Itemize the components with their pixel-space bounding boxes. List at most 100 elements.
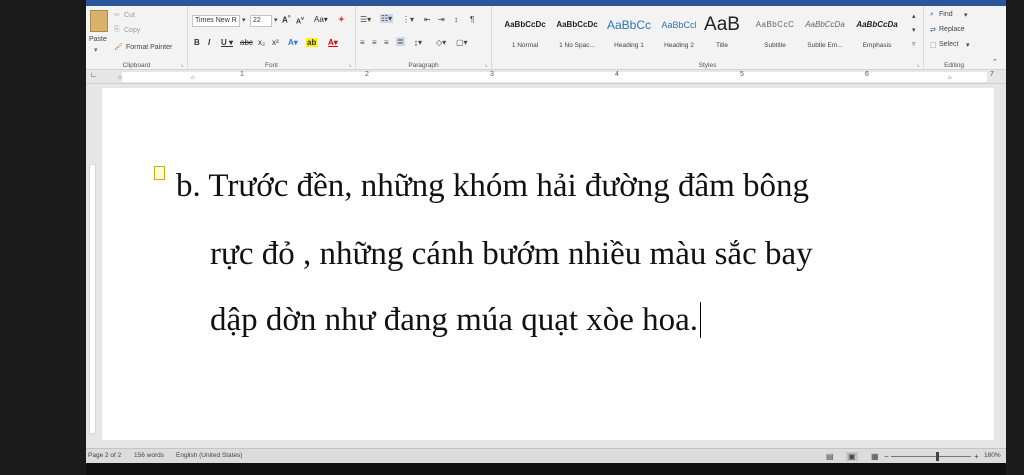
styles-scroll-down-icon[interactable]: ▾: [912, 26, 916, 34]
replace-button[interactable]: Replace: [939, 26, 965, 33]
ruler-number: 1: [240, 71, 244, 78]
style-no-spacing[interactable]: AaBbCcDc 1 No Spac...: [548, 12, 606, 60]
styles-label: Styles: [698, 62, 717, 69]
increase-indent-icon[interactable]: ⇥: [438, 15, 445, 24]
read-mode-icon[interactable]: ▤: [826, 452, 834, 461]
editing-group: ⌕ Find ▾ ⇄ Replace ⬚ Select ▾ Editing: [924, 6, 984, 70]
copy-button[interactable]: Copy: [124, 27, 140, 34]
ruler-number: 2: [365, 71, 369, 78]
ruler-number: 4: [615, 71, 619, 78]
shading-icon[interactable]: ◇▾: [436, 38, 446, 47]
align-left-icon[interactable]: ≡: [360, 38, 365, 47]
show-marks-icon[interactable]: ¶: [470, 15, 474, 24]
web-layout-icon[interactable]: ▦: [871, 452, 879, 461]
style-normal[interactable]: AaBbCcDc 1 Normal: [496, 12, 554, 60]
text-effects-icon[interactable]: A▾: [288, 38, 298, 47]
document-line-3-text[interactable]: dập dờn như đang múa quạt xòe hoa.: [210, 302, 698, 338]
replace-icon[interactable]: ⇄: [930, 26, 936, 34]
shrink-font-icon[interactable]: Av: [296, 16, 304, 25]
paragraph-label: Paragraph: [408, 62, 439, 69]
justify-icon[interactable]: ≣: [396, 37, 405, 46]
style-subtle-emphasis[interactable]: AaBbCcDa Subtle Em...: [796, 12, 854, 60]
change-case-icon[interactable]: Aa▾: [314, 15, 328, 24]
styles-scroll-up-icon[interactable]: ▴: [912, 12, 916, 20]
paste-button[interactable]: Paste: [89, 36, 107, 43]
align-right-icon[interactable]: ≡: [384, 38, 389, 47]
strikethrough-icon[interactable]: abc: [240, 38, 253, 47]
underline-icon[interactable]: U ▾: [221, 38, 233, 47]
find-dropdown-icon[interactable]: ▾: [964, 11, 968, 19]
print-layout-icon[interactable]: ▣: [846, 452, 858, 461]
paragraph-note-icon[interactable]: [154, 166, 165, 180]
cut-icon[interactable]: ✂: [114, 11, 120, 19]
collapse-ribbon-icon[interactable]: ⌃: [992, 58, 998, 66]
format-painter-icon[interactable]: 🖌: [114, 43, 123, 51]
font-size-dropdown-icon[interactable]: ▾: [274, 16, 278, 24]
select-icon[interactable]: ⬚: [930, 41, 937, 49]
highlight-icon[interactable]: ab: [306, 38, 318, 47]
ruler-number: 6: [865, 71, 869, 78]
font-label: Font: [264, 62, 278, 69]
paragraph-launcher-icon[interactable]: ⌞: [485, 61, 488, 68]
hanging-indent-marker-icon[interactable]: ⌂: [191, 75, 195, 81]
decrease-indent-icon[interactable]: ⇤: [424, 15, 431, 24]
style-title[interactable]: AaB Title: [698, 12, 746, 60]
document-line-2[interactable]: rực đỏ , những cánh bướm nhiều màu sắc b…: [210, 236, 813, 273]
cut-button[interactable]: Cut: [124, 12, 135, 19]
document-line-3[interactable]: dập dờn như đang múa quạt xòe hoa.: [210, 302, 702, 339]
page-count[interactable]: Page 2 of 2: [88, 452, 121, 459]
font-size-box[interactable]: 22: [250, 15, 272, 27]
ruler-number: 3: [490, 71, 494, 78]
font-launcher-icon[interactable]: ⌞: [349, 61, 352, 68]
right-indent-marker-icon[interactable]: ⌂: [948, 75, 952, 81]
line-spacing-icon[interactable]: ↨▾: [414, 38, 422, 47]
multilevel-list-icon[interactable]: ⋮▾: [402, 15, 414, 24]
styles-launcher-icon[interactable]: ⌞: [917, 61, 920, 68]
clear-formatting-icon[interactable]: ✦: [338, 15, 345, 24]
style-preview: AaBbCcDa: [856, 20, 898, 29]
copy-icon[interactable]: ⎘: [114, 26, 120, 34]
tab-selector-icon[interactable]: ∟: [90, 72, 97, 79]
italic-icon[interactable]: I: [208, 38, 210, 47]
clipboard-launcher-icon[interactable]: ⌞: [181, 61, 184, 68]
font-name-box[interactable]: Times New R: [192, 15, 240, 27]
superscript-icon[interactable]: x²: [272, 38, 279, 47]
left-indent-marker-icon[interactable]: ⌂: [118, 75, 122, 81]
style-preview: AaBbCcDc: [504, 20, 546, 29]
paste-icon[interactable]: [90, 10, 108, 32]
document-page[interactable]: b. Trước đền, những khóm hải đường đâm b…: [102, 88, 994, 440]
style-name: 1 Normal: [511, 42, 539, 49]
styles-more-icon[interactable]: ▿: [912, 40, 916, 48]
clipboard-label: Clipboard: [122, 62, 151, 69]
word-count[interactable]: 156 words: [134, 452, 164, 459]
zoom-in-icon[interactable]: +: [974, 452, 979, 461]
font-name-dropdown-icon[interactable]: ▾: [242, 16, 246, 24]
document-line-1[interactable]: b. Trước đền, những khóm hải đường đâm b…: [176, 168, 809, 205]
paste-dropdown-icon[interactable]: ▾: [94, 46, 98, 54]
format-painter-button[interactable]: Format Painter: [126, 44, 172, 51]
style-name: Subtle Em...: [807, 42, 843, 49]
borders-icon[interactable]: ▢▾: [456, 38, 468, 47]
sort-icon[interactable]: ↕: [454, 15, 458, 24]
horizontal-ruler[interactable]: ∟ 1 2 3 4 5 6 7 ⌂ ⌂ ⌂: [86, 70, 1006, 84]
find-icon[interactable]: ⌕: [930, 11, 934, 19]
paragraph-group: ☰▾ ☷▾ ⋮▾ ⇤ ⇥ ↕ ¶ ≡ ≡ ≡ ≣ ↨▾ ◇▾ ▢▾ Paragr…: [356, 6, 492, 70]
select-button[interactable]: Select: [939, 41, 958, 48]
bullets-icon[interactable]: ☰▾: [360, 15, 371, 24]
style-emphasis[interactable]: AaBbCcDa Emphasis: [848, 12, 906, 60]
zoom-out-icon[interactable]: −: [884, 452, 889, 461]
font-color-icon[interactable]: A▾: [328, 38, 338, 47]
bold-icon[interactable]: B: [194, 38, 200, 47]
align-center-icon[interactable]: ≡: [372, 38, 377, 47]
zoom-level[interactable]: 180%: [984, 452, 1001, 459]
grow-font-icon[interactable]: A^: [282, 15, 291, 25]
find-button[interactable]: Find: [939, 11, 953, 18]
zoom-slider[interactable]: [891, 456, 971, 457]
vertical-ruler[interactable]: [86, 84, 98, 448]
numbering-icon[interactable]: ☷▾: [380, 14, 394, 23]
zoom-slider-thumb[interactable]: [936, 452, 939, 461]
language-indicator[interactable]: English (United States): [176, 452, 242, 459]
subscript-icon[interactable]: x₂: [258, 38, 265, 47]
ruler-work-area: [122, 72, 987, 82]
select-dropdown-icon[interactable]: ▾: [966, 41, 970, 49]
